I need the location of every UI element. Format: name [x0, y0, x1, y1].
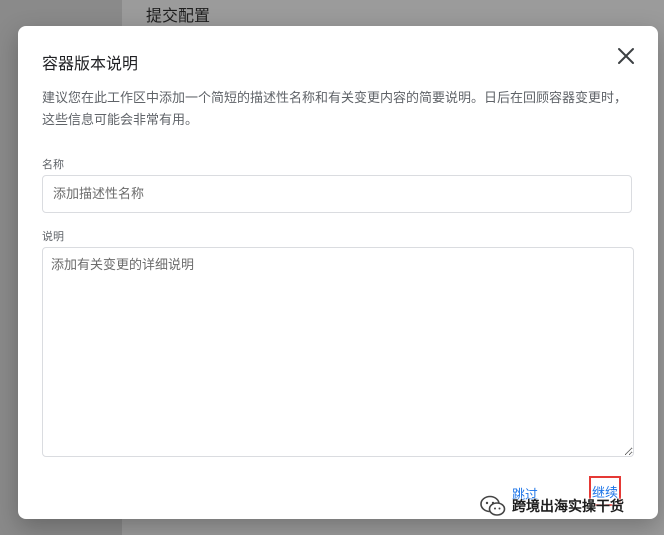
description-textarea[interactable] — [42, 247, 634, 457]
name-input[interactable] — [42, 175, 632, 213]
close-button[interactable] — [614, 44, 638, 68]
description-field-label: 说明 — [42, 230, 64, 243]
name-field-label: 名称 — [42, 158, 64, 171]
watermark: 跨境出海实操干货 — [480, 494, 624, 518]
dialog-description: 建议您在此工作区中添加一个简短的描述性名称和有关变更内容的简要说明。日后在回顾容… — [42, 91, 628, 128]
close-icon — [618, 48, 634, 64]
background-edge — [657, 55, 664, 95]
wechat-logo-icon — [480, 495, 506, 516]
dialog-title: 容器版本说明 — [42, 54, 139, 73]
version-description-dialog: 容器版本说明 建议您在此工作区中添加一个简短的描述性名称和有关变更内容的简要说明… — [18, 26, 658, 519]
watermark-text: 跨境出海实操干货 — [512, 499, 624, 515]
background-page-title: 提交配置 — [146, 6, 211, 25]
